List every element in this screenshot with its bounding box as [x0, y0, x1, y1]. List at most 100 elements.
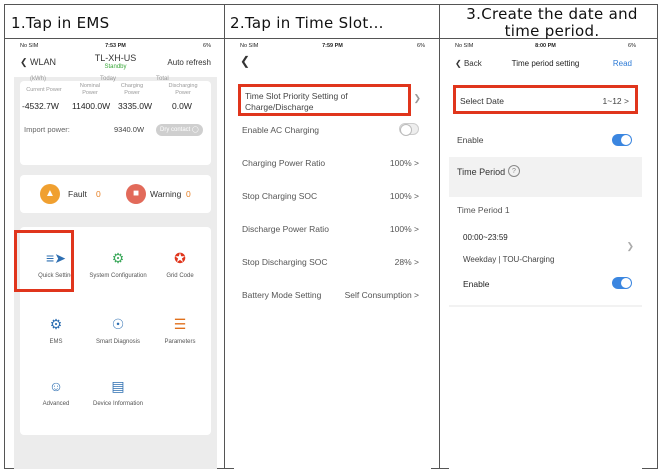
- row-value: 28% >: [394, 257, 419, 267]
- dry-contact-label: Dry contact: [160, 127, 191, 133]
- select-date-label: Select Date: [460, 96, 504, 106]
- warning-icon: ■: [126, 184, 146, 204]
- enable-ac-charging-toggle[interactable]: [399, 123, 419, 136]
- import-power-label: Import power:: [24, 125, 70, 134]
- power-card: (kWh) Today Total Current Power Nominal …: [20, 76, 211, 165]
- battery-label: 6%: [203, 43, 211, 49]
- warning-label[interactable]: Warning: [150, 189, 181, 199]
- fault-icon: ▲: [40, 184, 60, 204]
- nominal-power-label: Nominal Power: [79, 83, 101, 96]
- tile-label: Advanced: [42, 401, 70, 407]
- nav-bar: ❮ WLAN TL-XH-US Standby Auto refresh: [14, 51, 217, 77]
- discharging-power-value: 0.0W: [172, 101, 192, 111]
- clock-label: 7:53 PM: [105, 43, 126, 49]
- battery-label: 6%: [417, 43, 425, 49]
- row-value: 100% >: [389, 191, 419, 201]
- clock-label: 7:59 PM: [322, 43, 343, 49]
- tile-label: Grid Code: [166, 273, 194, 279]
- period-enable-toggle[interactable]: [612, 277, 632, 289]
- server-icon: ▤: [111, 378, 125, 394]
- row-value: Self Consumption >: [344, 290, 419, 300]
- phone-screen-ems-settings: No SIM 7:59 PM 6% ❮ Enable AC Charging C…: [234, 41, 431, 469]
- charging-power-label: Charging Power: [120, 83, 144, 96]
- charging-power-ratio-row[interactable]: Charging Power Ratio 100% >: [234, 146, 431, 179]
- warning-count: 0: [186, 189, 191, 199]
- time-range-value: 00:00~23:59: [463, 233, 508, 242]
- select-date-row[interactable]: Select Date 1~12 >: [453, 85, 638, 114]
- peek-label: Today: [100, 76, 117, 82]
- auto-refresh-button[interactable]: Auto refresh: [167, 58, 211, 67]
- enable-row: Enable: [449, 127, 642, 153]
- chevron-right-icon: ❯: [413, 93, 421, 103]
- time-mode-value: Weekday | TOU-Charging: [463, 255, 555, 264]
- user-key-icon: ☺: [48, 378, 64, 394]
- diagnosis-icon: ☉: [111, 316, 125, 332]
- current-power-label: Current Power: [26, 87, 62, 93]
- help-icon[interactable]: ?: [508, 165, 520, 177]
- device-information-tile[interactable]: ▤ Device Information: [88, 377, 148, 408]
- tile-label: System Configuration: [89, 273, 147, 279]
- fault-label[interactable]: Fault: [68, 189, 87, 199]
- time-slot-priority-setting-button[interactable]: Time Slot Priority Setting of Charge/Dis…: [238, 84, 411, 116]
- battery-label: 6%: [628, 43, 636, 49]
- enable-ac-charging-row: Enable AC Charging: [234, 113, 431, 146]
- back-button[interactable]: ❮: [234, 51, 431, 71]
- tile-label: Device Information: [92, 401, 144, 407]
- clock-label: 8:00 PM: [535, 43, 556, 49]
- enable-label: Enable: [457, 135, 484, 145]
- current-power-value: -4532.7W: [22, 101, 59, 111]
- row-value: 100% >: [389, 158, 419, 168]
- row-label: Battery Mode Setting: [242, 290, 322, 300]
- read-button[interactable]: Read: [613, 59, 632, 68]
- select-date-value: 1~12 >: [602, 96, 629, 106]
- system-configuration-tile[interactable]: ⚙ System Configuration: [88, 249, 148, 280]
- gear-icon: ⚙: [111, 250, 125, 266]
- tile-label: Parameters: [164, 339, 196, 345]
- tile-label: EMS: [49, 339, 63, 345]
- time-period-card[interactable]: Time Period 1 00:00~23:59 Weekday | TOU-…: [449, 197, 642, 305]
- nominal-power-value: 11400.0W: [72, 101, 111, 111]
- time-slot-label: Time Slot Priority Setting of Charge/Dis…: [245, 91, 348, 112]
- alarm-card: ▲ Fault 0 ■ Warning 0: [20, 175, 211, 213]
- fault-count: 0: [96, 189, 101, 199]
- status-bar: No SIM 7:59 PM 6%: [234, 41, 431, 51]
- cogs-icon: ⚙: [49, 316, 63, 332]
- smart-diagnosis-tile[interactable]: ☉ Smart Diagnosis: [88, 315, 148, 346]
- nav-bar: ❮ Back Time period setting Read: [449, 51, 642, 75]
- status-bar: No SIM 8:00 PM 6%: [449, 41, 642, 51]
- row-label: Stop Charging SOC: [242, 191, 318, 201]
- time-period-1-label: Time Period 1: [457, 205, 510, 215]
- advanced-tile[interactable]: ☺ Advanced: [26, 377, 86, 408]
- row-label: Stop Discharging SOC: [242, 257, 328, 267]
- parameters-tile[interactable]: ☰ Parameters: [150, 315, 210, 346]
- row-value: 100% >: [389, 224, 419, 234]
- time-period-section: Time Period ? Time Period 1 00:00~23:59 …: [449, 157, 642, 307]
- row-label: Discharge Power Ratio: [242, 224, 329, 234]
- discharging-power-label: Discharging Power: [168, 83, 198, 96]
- grid-code-tile[interactable]: ✪ Grid Code: [150, 249, 210, 280]
- enable-toggle[interactable]: [612, 134, 632, 146]
- step3-heading: 3.Create the date and time period.: [466, 5, 638, 40]
- period-enable-label: Enable: [463, 279, 490, 289]
- ems-tile[interactable]: ⚙ EMS: [26, 315, 86, 346]
- parameters-icon: ☰: [173, 316, 187, 332]
- column-divider: [439, 5, 440, 468]
- stop-discharging-soc-row[interactable]: Stop Discharging SOC 28% >: [234, 245, 431, 278]
- peek-label: Total: [156, 76, 169, 82]
- chevron-right-icon: ❯: [626, 241, 634, 251]
- battery-mode-setting-row[interactable]: Battery Mode Setting Self Consumption >: [234, 278, 431, 311]
- dry-contact-button[interactable]: Dry contact ◯: [156, 124, 203, 136]
- stop-charging-soc-row[interactable]: Stop Charging SOC 100% >: [234, 179, 431, 212]
- status-bar: No SIM 7:53 PM 6%: [14, 41, 217, 51]
- peek-label: (kWh): [30, 76, 46, 82]
- tile-label: Smart Diagnosis: [95, 339, 140, 345]
- ems-highlight-box: [14, 230, 74, 292]
- charging-power-value: 3335.0W: [118, 101, 153, 111]
- time-period-header: Time Period: [457, 167, 506, 177]
- row-label: Enable AC Charging: [242, 125, 320, 135]
- row-label: Charging Power Ratio: [242, 158, 326, 168]
- discharge-power-ratio-row[interactable]: Discharge Power Ratio 100% >: [234, 212, 431, 245]
- import-power-value: 9340.0W: [114, 125, 145, 134]
- medal-icon: ✪: [174, 250, 186, 266]
- phone-screen-time-period: No SIM 8:00 PM 6% ❮ Back Time period set…: [449, 41, 642, 469]
